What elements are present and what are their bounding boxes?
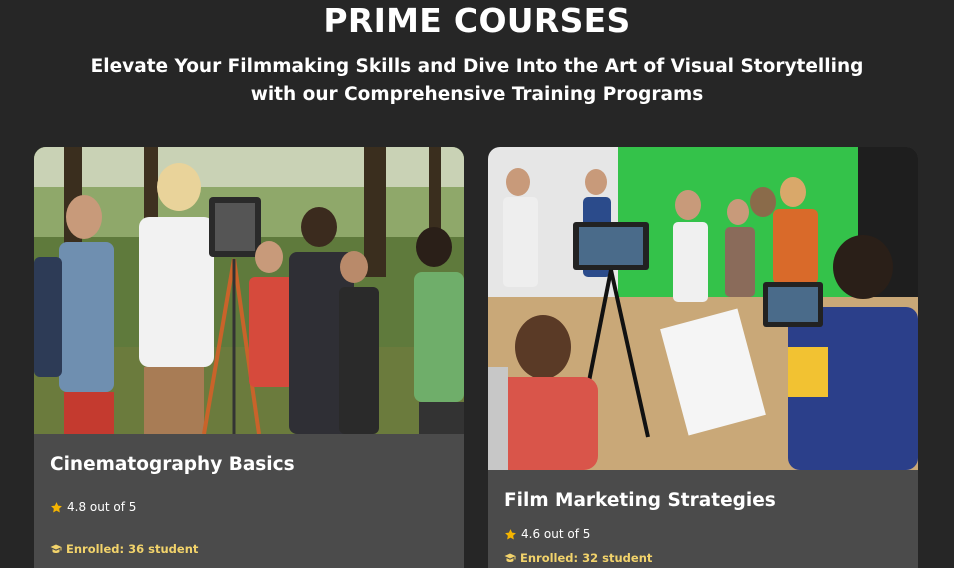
rating-text: 4.6 out of 5	[521, 527, 591, 541]
course-card-cinematography[interactable]: Cinematography Basics 4.8 out of 5 Enrol…	[34, 147, 464, 568]
page-title: PRIME COURSES	[323, 1, 631, 40]
course-rating: 4.6 out of 5	[504, 527, 590, 541]
page: PRIME COURSES Elevate Your Filmmaking Sk…	[0, 0, 954, 568]
course-enrolled: Enrolled: 32 student	[504, 551, 652, 565]
rating-text: 4.8 out of 5	[67, 500, 137, 514]
star-icon	[51, 501, 62, 512]
course-image	[488, 147, 918, 470]
course-title[interactable]: Film Marketing Strategies	[504, 490, 776, 511]
page-subtitle: Elevate Your Filmmaking Skills and Dive …	[90, 56, 864, 105]
course-image	[34, 147, 464, 434]
course-card-film-marketing[interactable]: Film Marketing Strategies 4.6 out of 5 E…	[488, 147, 918, 568]
course-rating: 4.8 out of 5	[50, 500, 136, 514]
course-enrolled: Enrolled: 36 student	[50, 542, 198, 556]
graduation-cap-icon	[504, 553, 516, 562]
students-camera-photo	[34, 147, 464, 434]
course-title[interactable]: Cinematography Basics	[50, 454, 295, 475]
graduation-cap-icon	[50, 544, 62, 553]
green-screen-studio-photo	[488, 147, 918, 470]
enrolled-text: Enrolled: 36 student	[66, 542, 199, 556]
enrolled-text: Enrolled: 32 student	[520, 551, 653, 565]
star-icon	[505, 528, 516, 539]
